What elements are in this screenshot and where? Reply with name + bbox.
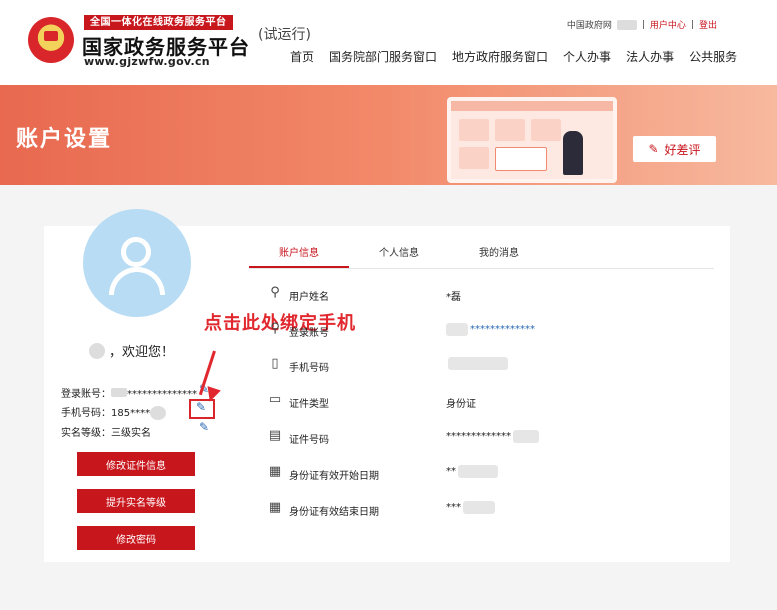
banner [0, 85, 777, 185]
gov-link[interactable]: 中国政府网 [567, 18, 612, 31]
tab-my-messages[interactable]: 我的消息 [449, 243, 549, 268]
row-label: 用户姓名 [289, 292, 329, 303]
row-label: 身份证有效开始日期 [289, 471, 379, 482]
row-label: 手机号码 [289, 363, 329, 374]
row-value: ************* [446, 323, 535, 336]
nav-state-council[interactable]: 国务院部门服务窗口 [329, 48, 437, 65]
nav-home[interactable]: 首页 [290, 48, 314, 65]
account-tabs: 账户信息 个人信息 我的消息 [249, 243, 714, 269]
id-number-icon: ▤ [268, 428, 282, 443]
row-value: *磊 [446, 292, 461, 303]
login-account-line: 登录账号： ************** [61, 388, 197, 400]
nav-public-service[interactable]: 公共服务 [689, 48, 737, 65]
trial-label: (试运行) [258, 27, 311, 43]
edit-id-info-button[interactable]: 修改证件信息 [77, 452, 195, 476]
avatar-icon [83, 209, 191, 317]
calendar-start-icon: ▦ [268, 464, 282, 479]
edit-level-icon[interactable]: ✎ [199, 420, 209, 434]
banner-illustration [447, 97, 617, 183]
row-value: ** [446, 465, 498, 478]
row-label: 证件类型 [289, 399, 329, 410]
calendar-end-icon: ▦ [268, 500, 282, 515]
user-icon: ⚲ [270, 285, 280, 300]
row-value: *** [446, 501, 495, 514]
phone-icon: ▯ [271, 356, 279, 371]
nav-local-gov[interactable]: 地方政府服务窗口 [452, 48, 548, 65]
account-icon: ⚲ [270, 321, 280, 336]
site-url: www.gjzwfw.gov.cn [84, 55, 210, 68]
review-button[interactable]: ✎ 好差评 [633, 136, 716, 162]
row-value: ************* [446, 430, 539, 443]
pencil-icon: ✎ [648, 142, 659, 156]
row-label: 登录账号 [289, 328, 329, 339]
page-title: 账户设置 [16, 127, 113, 152]
welcome-text: ，欢迎您！ [89, 341, 174, 360]
tab-account-info[interactable]: 账户信息 [249, 243, 349, 268]
nav-legal-person[interactable]: 法人办事 [626, 48, 674, 65]
upgrade-level-button[interactable]: 提升实名等级 [77, 489, 195, 513]
row-value [446, 357, 508, 370]
top-links: 中国政府网 | 用户中心 | 登出 [566, 18, 717, 31]
row-value: 身份证 [446, 399, 476, 410]
row-label: 身份证有效结束日期 [289, 507, 379, 518]
logout-link[interactable]: 登出 [699, 18, 717, 31]
username-blurred [616, 19, 637, 30]
username-blurred [89, 342, 105, 359]
user-center-link[interactable]: 用户中心 [650, 18, 686, 31]
row-label: 证件号码 [289, 435, 329, 446]
id-card-icon: ▭ [268, 392, 282, 407]
realname-level-line: 实名等级：三级实名 [61, 428, 151, 439]
phone-line: 手机号码：185**** [61, 404, 167, 420]
tab-personal-info[interactable]: 个人信息 [349, 243, 449, 268]
platform-badge: 全国一体化在线政务服务平台 [84, 15, 233, 30]
nav-personal[interactable]: 个人办事 [563, 48, 611, 65]
national-emblem-logo [28, 17, 74, 63]
main-nav: 首页 国务院部门服务窗口 地方政府服务窗口 个人办事 法人办事 公共服务 [290, 48, 737, 65]
change-password-button[interactable]: 修改密码 [77, 526, 195, 550]
